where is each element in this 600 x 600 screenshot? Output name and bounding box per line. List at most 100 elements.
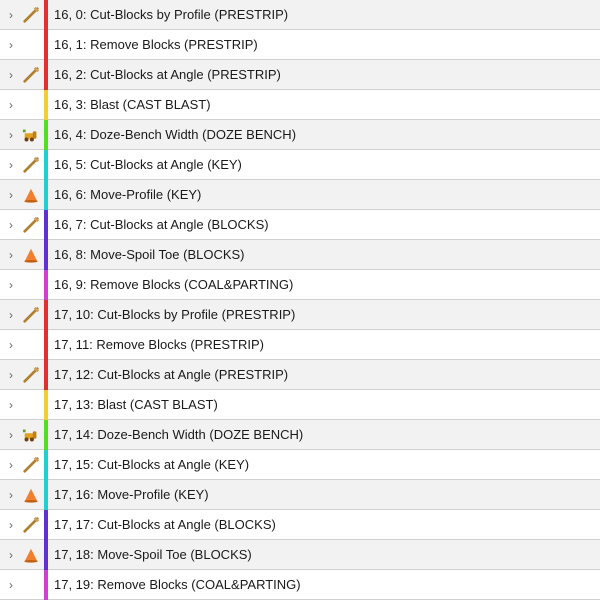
tree-item[interactable]: › 16, 8: Move-Spoil Toe (BLOCKS): [0, 240, 600, 270]
expand-chevron-icon[interactable]: ›: [4, 8, 18, 22]
cut-icon: [20, 514, 42, 536]
tree-item-label: 17, 19: Remove Blocks (COAL&PARTING): [54, 577, 301, 592]
category-color-bar: [44, 60, 48, 90]
dozer-icon: [20, 124, 42, 146]
category-color-bar: [44, 300, 48, 330]
tree-item[interactable]: › 17, 12: Cut-Blocks at Angle (PRESTRIP): [0, 360, 600, 390]
expand-chevron-icon[interactable]: ›: [4, 218, 18, 232]
expand-chevron-icon[interactable]: ›: [4, 158, 18, 172]
category-color-bar: [44, 510, 48, 540]
none-icon: [20, 334, 42, 356]
expand-chevron-icon[interactable]: ›: [4, 428, 18, 442]
category-color-bar: [44, 330, 48, 360]
expand-chevron-icon[interactable]: ›: [4, 338, 18, 352]
tree-item[interactable]: › 17, 13: Blast (CAST BLAST): [0, 390, 600, 420]
tree-item-label: 16, 6: Move-Profile (KEY): [54, 187, 201, 202]
tree-item-label: 17, 11: Remove Blocks (PRESTRIP): [54, 337, 264, 352]
expand-chevron-icon[interactable]: ›: [4, 128, 18, 142]
category-color-bar: [44, 420, 48, 450]
expand-chevron-icon[interactable]: ›: [4, 98, 18, 112]
none-icon: [20, 34, 42, 56]
tree-item-label: 17, 17: Cut-Blocks at Angle (BLOCKS): [54, 517, 276, 532]
dozer-icon: [20, 424, 42, 446]
tree-item[interactable]: › 17, 10: Cut-Blocks by Profile (PRESTRIP…: [0, 300, 600, 330]
category-color-bar: [44, 210, 48, 240]
category-color-bar: [44, 30, 48, 60]
tree-item-label: 16, 4: Doze-Bench Width (DOZE BENCH): [54, 127, 296, 142]
expand-chevron-icon[interactable]: ›: [4, 188, 18, 202]
pile-icon: [20, 244, 42, 266]
pile-icon: [20, 544, 42, 566]
tree-item-label: 17, 14: Doze-Bench Width (DOZE BENCH): [54, 427, 303, 442]
tree-item[interactable]: › 16, 2: Cut-Blocks at Angle (PRESTRIP): [0, 60, 600, 90]
category-color-bar: [44, 540, 48, 570]
expand-chevron-icon[interactable]: ›: [4, 518, 18, 532]
category-color-bar: [44, 90, 48, 120]
expand-chevron-icon[interactable]: ›: [4, 248, 18, 262]
cut-icon: [20, 154, 42, 176]
tree-item-label: 16, 1: Remove Blocks (PRESTRIP): [54, 37, 258, 52]
expand-chevron-icon[interactable]: ›: [4, 368, 18, 382]
tree-item[interactable]: › 16, 1: Remove Blocks (PRESTRIP): [0, 30, 600, 60]
tree-item[interactable]: › 16, 4: Doze-Bench Width (DOZE BENCH): [0, 120, 600, 150]
cut-icon: [20, 64, 42, 86]
none-icon: [20, 94, 42, 116]
expand-chevron-icon[interactable]: ›: [4, 68, 18, 82]
tree-item-label: 16, 0: Cut-Blocks by Profile (PRESTRIP): [54, 7, 288, 22]
expand-chevron-icon[interactable]: ›: [4, 458, 18, 472]
tree-item[interactable]: › 17, 17: Cut-Blocks at Angle (BLOCKS): [0, 510, 600, 540]
tree-item[interactable]: › 16, 5: Cut-Blocks at Angle (KEY): [0, 150, 600, 180]
tree-item-label: 17, 12: Cut-Blocks at Angle (PRESTRIP): [54, 367, 288, 382]
category-color-bar: [44, 390, 48, 420]
cut-icon: [20, 214, 42, 236]
tree-item-label: 17, 13: Blast (CAST BLAST): [54, 397, 218, 412]
cut-icon: [20, 364, 42, 386]
pile-icon: [20, 484, 42, 506]
tree-item[interactable]: › 17, 16: Move-Profile (KEY): [0, 480, 600, 510]
category-color-bar: [44, 480, 48, 510]
expand-chevron-icon[interactable]: ›: [4, 308, 18, 322]
tree-item[interactable]: › 16, 3: Blast (CAST BLAST): [0, 90, 600, 120]
tree-item[interactable]: › 16, 0: Cut-Blocks by Profile (PRESTRIP): [0, 0, 600, 30]
cut-icon: [20, 304, 42, 326]
expand-chevron-icon[interactable]: ›: [4, 278, 18, 292]
expand-chevron-icon[interactable]: ›: [4, 548, 18, 562]
tree-item-label: 16, 5: Cut-Blocks at Angle (KEY): [54, 157, 242, 172]
tree-item-label: 17, 10: Cut-Blocks by Profile (PRESTRIP): [54, 307, 295, 322]
category-color-bar: [44, 270, 48, 300]
task-tree: › 16, 0: Cut-Blocks by Profile (PRESTRIP)…: [0, 0, 600, 600]
tree-item[interactable]: › 17, 15: Cut-Blocks at Angle (KEY): [0, 450, 600, 480]
tree-item[interactable]: › 17, 19: Remove Blocks (COAL&PARTING): [0, 570, 600, 600]
cut-icon: [20, 454, 42, 476]
category-color-bar: [44, 0, 48, 30]
tree-item-label: 16, 7: Cut-Blocks at Angle (BLOCKS): [54, 217, 269, 232]
pile-icon: [20, 184, 42, 206]
category-color-bar: [44, 450, 48, 480]
category-color-bar: [44, 150, 48, 180]
none-icon: [20, 274, 42, 296]
category-color-bar: [44, 120, 48, 150]
none-icon: [20, 574, 42, 596]
expand-chevron-icon[interactable]: ›: [4, 488, 18, 502]
expand-chevron-icon[interactable]: ›: [4, 38, 18, 52]
category-color-bar: [44, 570, 48, 600]
tree-item[interactable]: › 16, 7: Cut-Blocks at Angle (BLOCKS): [0, 210, 600, 240]
tree-item-label: 16, 2: Cut-Blocks at Angle (PRESTRIP): [54, 67, 281, 82]
tree-item-label: 16, 8: Move-Spoil Toe (BLOCKS): [54, 247, 245, 262]
tree-item[interactable]: › 16, 9: Remove Blocks (COAL&PARTING): [0, 270, 600, 300]
tree-item[interactable]: › 16, 6: Move-Profile (KEY): [0, 180, 600, 210]
expand-chevron-icon[interactable]: ›: [4, 578, 18, 592]
tree-item-label: 17, 16: Move-Profile (KEY): [54, 487, 209, 502]
tree-item-label: 17, 18: Move-Spoil Toe (BLOCKS): [54, 547, 252, 562]
tree-item[interactable]: › 17, 14: Doze-Bench Width (DOZE BENCH): [0, 420, 600, 450]
tree-item[interactable]: › 17, 18: Move-Spoil Toe (BLOCKS): [0, 540, 600, 570]
category-color-bar: [44, 360, 48, 390]
category-color-bar: [44, 180, 48, 210]
expand-chevron-icon[interactable]: ›: [4, 398, 18, 412]
category-color-bar: [44, 240, 48, 270]
cut-icon: [20, 4, 42, 26]
tree-item-label: 16, 3: Blast (CAST BLAST): [54, 97, 211, 112]
tree-item-label: 16, 9: Remove Blocks (COAL&PARTING): [54, 277, 293, 292]
tree-item[interactable]: › 17, 11: Remove Blocks (PRESTRIP): [0, 330, 600, 360]
tree-item-label: 17, 15: Cut-Blocks at Angle (KEY): [54, 457, 249, 472]
